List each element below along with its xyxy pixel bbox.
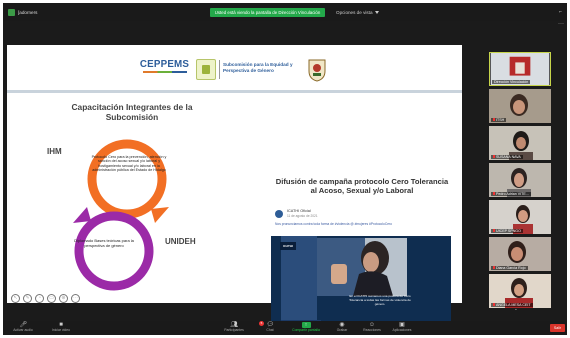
diploma-text: Diplomado Bases teóricas para la perspec… bbox=[74, 238, 134, 248]
ceppems-logo-text: CEPPEMS bbox=[139, 59, 190, 70]
view-options-dropdown[interactable]: Opciones de vista bbox=[336, 8, 379, 17]
participant-tile[interactable]: Diana García Rojo bbox=[489, 237, 551, 271]
left-section-title: Capacitación Integrantes de la Subcomisi… bbox=[71, 102, 193, 122]
participant-name-text: ITSH bbox=[496, 117, 505, 122]
participant-name-text: Diana García Rojo bbox=[496, 265, 526, 270]
woman-silhouette-image bbox=[317, 238, 407, 296]
fullscreen-button[interactable]: ⌐ bbox=[559, 8, 562, 17]
apps-button[interactable]: ▣ Aplicaciones bbox=[384, 322, 420, 335]
pen-icon[interactable]: ✎ bbox=[23, 294, 32, 303]
photo-caption: En el ICATHI sumamos una postura de Cero… bbox=[349, 294, 411, 306]
subcommission-title: Subcomisión para la Equidad y Perspectiv… bbox=[223, 62, 293, 73]
pointer-icon[interactable]: ↖ bbox=[11, 294, 20, 303]
mic-muted-icon bbox=[493, 155, 495, 159]
participant-tile[interactable]: Pedro Adrian VITE... bbox=[489, 163, 551, 197]
icathi-logo: ICATHI bbox=[280, 242, 296, 250]
unmute-button[interactable]: 🎤︎ Activar audio bbox=[5, 322, 41, 335]
shield-icon bbox=[8, 9, 15, 16]
meeting-info[interactable]: [adorners bbox=[8, 8, 37, 17]
more-options-icon[interactable]: ··· bbox=[558, 21, 564, 27]
meeting-toolbar: 🎤︎ Activar audio ■ Iniciar video 👥︎ Partici… bbox=[3, 321, 567, 335]
right-section-title: Difusión de campaña protocolo Cero Toler… bbox=[275, 177, 449, 195]
avatar bbox=[275, 210, 283, 218]
participant-tile[interactable]: ANGELA MESA CEIT bbox=[489, 274, 551, 308]
post-body: Nos pronunciamos contra toda forma de #v… bbox=[275, 222, 392, 226]
campaign-photo: ICATHI En el ICATHI sumamos una postura … bbox=[271, 236, 451, 328]
participant-name: Dirección Vinculación bbox=[492, 79, 531, 84]
post-author: ICATHI Oficial bbox=[287, 209, 311, 213]
zoom-meeting-window: [adorners Usted está viendo la pantalla … bbox=[3, 3, 567, 335]
logo-underline bbox=[142, 71, 187, 73]
purple-ring bbox=[74, 211, 154, 291]
participant-name: ANGELA MESA CEIT bbox=[491, 302, 533, 307]
chat-badge: 5 bbox=[259, 321, 264, 326]
orange-arrow bbox=[151, 207, 169, 223]
participant-tile[interactable]: ITSH bbox=[489, 89, 551, 123]
social-post: ICATHI Oficial 11 de agosto de 2021 Nos … bbox=[271, 205, 451, 236]
label-unideh: UNIDEH bbox=[165, 237, 196, 246]
mic-muted-icon bbox=[493, 266, 495, 270]
participants-button[interactable]: 👥︎ Participantes bbox=[216, 322, 252, 335]
share-screen-button[interactable]: ↑ Compartir pantalla bbox=[288, 322, 324, 335]
more-tools-icon[interactable]: ⋯ bbox=[71, 294, 80, 303]
presenter-label: [adorners bbox=[18, 10, 38, 15]
mic-muted-icon bbox=[493, 118, 495, 122]
leave-button[interactable]: Salir bbox=[550, 324, 565, 332]
highlighter-icon[interactable]: ◔ bbox=[35, 294, 44, 303]
eraser-icon[interactable]: ▭ bbox=[47, 294, 56, 303]
subcommission-emblem-icon bbox=[196, 59, 216, 80]
slide-header: CEPPEMS Subcomisión para la Equidad y Pe… bbox=[7, 45, 462, 93]
start-video-button[interactable]: ■ Iniciar video bbox=[43, 322, 79, 335]
participant-name: Diana García Rojo bbox=[491, 265, 528, 270]
post-date: 11 de agosto de 2021 bbox=[287, 214, 318, 218]
annotation-toolbar: ↖ ✎ ◔ ▭ ⊕ ⋯ bbox=[11, 294, 80, 305]
chat-button[interactable]: 💬︎ 5 Chat bbox=[252, 321, 288, 335]
protocol-zero-text: Protocolo Cero para la prevención, atenc… bbox=[91, 155, 167, 172]
top-bar: [adorners Usted está viendo la pantalla … bbox=[3, 3, 567, 21]
participant-name: SUSANA NAVA bbox=[491, 154, 523, 159]
mic-muted-icon bbox=[493, 229, 495, 233]
participant-tile[interactable]: UICEP SPNGO bbox=[489, 200, 551, 234]
viewing-screen-banner: Usted está viendo la pantalla de Direcci… bbox=[210, 8, 325, 17]
participant-name-text: SUSANA NAVA bbox=[496, 154, 521, 159]
mic-muted-icon bbox=[493, 303, 495, 307]
participant-tile[interactable]: Dirección Vinculación bbox=[489, 52, 551, 86]
participant-name: UICEP SPNGO bbox=[491, 228, 523, 233]
participant-name-text: UICEP SPNGO bbox=[496, 228, 521, 233]
mic-muted-icon bbox=[493, 192, 495, 196]
ceppems-logo: CEPPEMS bbox=[138, 60, 191, 78]
participant-tile[interactable]: SUSANA NAVA bbox=[489, 126, 551, 160]
state-seal-icon bbox=[308, 59, 326, 82]
view-options-label: Opciones de vista bbox=[336, 10, 373, 15]
divider bbox=[219, 60, 220, 79]
next-page-icon[interactable]: ⌄ bbox=[514, 306, 518, 312]
participant-name-text: Pedro Adrian VITE... bbox=[496, 191, 529, 196]
participant-name: ITSH bbox=[491, 117, 507, 122]
purple-arrow bbox=[73, 207, 91, 223]
zoom-icon[interactable]: ⊕ bbox=[59, 294, 68, 303]
chevron-down-icon bbox=[374, 11, 379, 15]
participant-name: Pedro Adrian VITE... bbox=[491, 191, 531, 196]
shared-slide: CEPPEMS Subcomisión para la Equidad y Pe… bbox=[7, 45, 462, 328]
